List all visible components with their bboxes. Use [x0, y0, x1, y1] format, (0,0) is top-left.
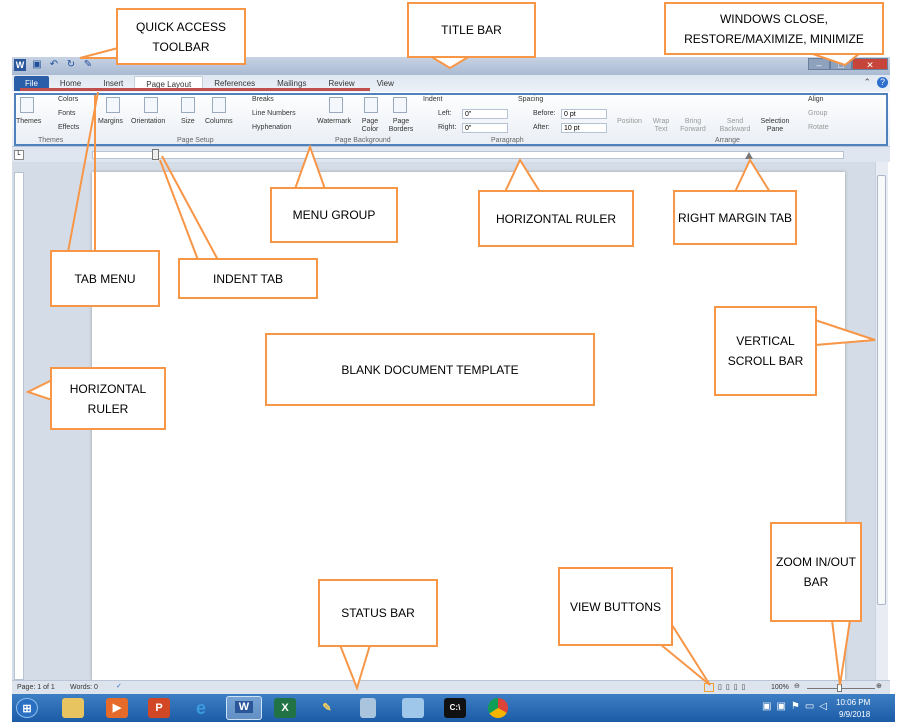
callout-indent-tab: INDENT TAB — [178, 258, 318, 299]
callout-blank-document: BLANK DOCUMENT TEMPLATE — [265, 333, 595, 406]
pointer-right-margin — [733, 157, 772, 193]
callout-view-buttons: VIEW BUTTONS — [558, 567, 673, 646]
pointer-menu-group — [293, 144, 327, 190]
pointer-quick-access — [79, 46, 119, 59]
pointer-zoom-bar — [830, 619, 852, 686]
callout-right-margin-tab: RIGHT MARGIN TAB — [673, 190, 797, 245]
pointer-status-bar — [338, 644, 372, 692]
pointer-left-ruler — [25, 378, 53, 402]
pointer-indent-tab-2 — [159, 159, 199, 261]
callout-zoom-bar: ZOOM IN/OUT BAR — [770, 522, 862, 622]
callout-left-ruler: HORIZONTAL RULER — [50, 367, 166, 430]
pointer-vertical-scroll — [814, 318, 876, 347]
callout-quick-access-toolbar: QUICK ACCESS TOOLBAR — [116, 8, 246, 65]
callout-tab-menu: TAB MENU — [50, 250, 160, 307]
callout-menu-group: MENU GROUP — [270, 187, 398, 243]
pointer-indent-tab-1 — [161, 155, 219, 261]
callout-status-bar: STATUS BAR — [318, 579, 438, 647]
callout-vertical-scroll-bar: VERTICAL SCROLL BAR — [714, 306, 817, 396]
callout-horizontal-ruler: HORIZONTAL RULER — [478, 190, 634, 247]
pointer-horizontal-ruler — [503, 157, 542, 193]
callout-title-bar: TITLE BAR — [407, 2, 536, 58]
pointer-tab-menu-1 — [67, 91, 99, 253]
callout-window-controls: WINDOWS CLOSE, RESTORE/MAXIMIZE, MINIMIZ… — [664, 2, 884, 55]
